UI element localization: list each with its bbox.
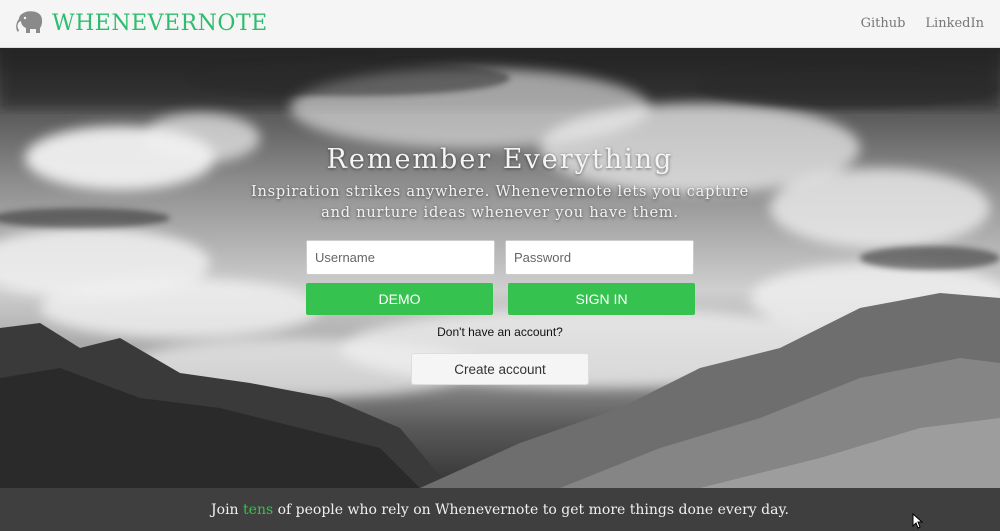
nav-links: Github LinkedIn: [861, 16, 984, 31]
hero-title: Remember Everything: [326, 144, 674, 175]
linkedin-link[interactable]: LinkedIn: [925, 16, 984, 31]
demo-button[interactable]: DEMO: [306, 283, 493, 315]
mouse-cursor-icon: [912, 512, 924, 531]
hero-subtitle: Inspiration strikes anywhere. Wheneverno…: [250, 184, 750, 221]
hero-section: Remember Everything Inspiration strikes …: [0, 48, 1000, 488]
sign-in-button[interactable]: SIGN IN: [508, 283, 695, 315]
brand-name: WHENEVERNOTE: [52, 11, 268, 36]
footer-highlight: tens: [243, 501, 274, 518]
username-input[interactable]: [306, 240, 495, 275]
footer-banner: Join tens of people who rely on Whenever…: [0, 488, 1000, 531]
no-account-text: Don't have an account?: [437, 325, 563, 339]
footer-suffix: of people who rely on Whenevernote to ge…: [273, 501, 789, 518]
password-input[interactable]: [505, 240, 694, 275]
elephant-icon: [16, 10, 46, 38]
github-link[interactable]: Github: [861, 16, 906, 31]
brand-logo-link[interactable]: WHENEVERNOTE: [16, 10, 268, 38]
hero-content: Remember Everything Inspiration strikes …: [0, 48, 1000, 488]
create-account-button[interactable]: Create account: [411, 353, 589, 385]
navbar: WHENEVERNOTE Github LinkedIn: [0, 0, 1000, 48]
footer-prefix: Join: [211, 501, 244, 518]
